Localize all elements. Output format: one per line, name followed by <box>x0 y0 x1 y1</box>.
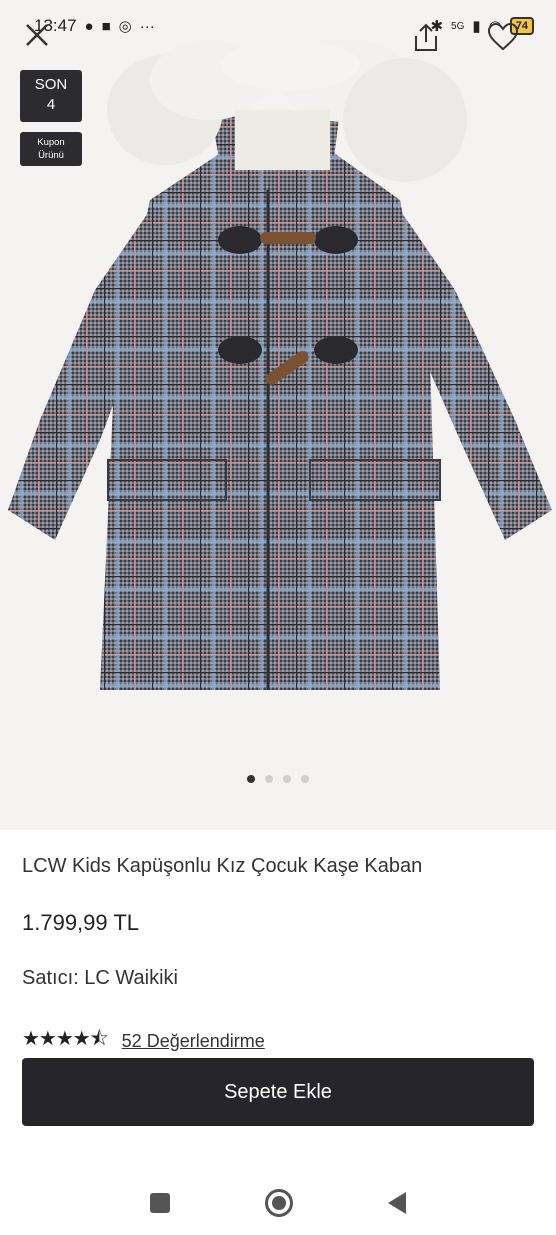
seller-info: Satıcı: LC Waikiki <box>22 967 178 990</box>
rating-stars: ★★★★⯪ <box>22 1028 109 1050</box>
home-icon[interactable] <box>265 1188 293 1217</box>
gallery-dot[interactable] <box>265 775 273 783</box>
system-nav-bar <box>0 1175 556 1230</box>
last-stock-label: SON <box>34 76 68 93</box>
gallery-dot[interactable] <box>247 775 255 783</box>
close-icon[interactable] <box>22 20 52 50</box>
message-icon: ● <box>84 17 94 35</box>
coupon-badge: Kupon Ürünü <box>20 132 82 166</box>
last-stock-badge: SON 4 <box>20 70 82 122</box>
status-bar: 13:47 ● ■ ◎ ··· ✱ 5G ▮ ◠ 74 <box>0 0 556 52</box>
status-bar-left: 13:47 ● ■ ◎ ··· <box>34 16 155 36</box>
product-image-gallery[interactable]: 13:47 ● ■ ◎ ··· ✱ 5G ▮ ◠ 74 SON 4 Kupon … <box>0 0 556 830</box>
back-icon[interactable] <box>388 1191 406 1214</box>
seller-name[interactable]: LC Waikiki <box>84 967 178 989</box>
signal-icon: ▮ <box>472 18 481 35</box>
product-price: 1.799,99 TL <box>22 910 140 935</box>
gallery-pagination <box>0 775 556 783</box>
gallery-dot[interactable] <box>301 775 309 783</box>
seller-label: Satıcı: <box>22 967 79 989</box>
rating-row[interactable]: ★★★★⯪ 52 Değerlendirme <box>22 1024 265 1058</box>
share-icon[interactable] <box>410 22 442 54</box>
product-detail-page: 13:47 ● ■ ◎ ··· ✱ 5G ▮ ◠ 74 SON 4 Kupon … <box>0 0 556 1235</box>
coupon-label-line1: Kupon <box>37 137 65 148</box>
heart-icon[interactable] <box>486 20 520 54</box>
app-icon: ■ <box>101 17 111 35</box>
reviews-link[interactable]: 52 Değerlendirme <box>122 1031 265 1052</box>
network-label: 5G <box>451 20 465 32</box>
more-notifications-icon: ··· <box>139 17 155 35</box>
recents-icon[interactable] <box>150 1192 170 1213</box>
coupon-label-line2: Ürünü <box>38 150 64 161</box>
last-stock-count: 4 <box>46 96 56 113</box>
product-title: LCW Kids Kapüşonlu Kız Çocuk Kaşe Kaban <box>22 855 423 877</box>
product-image <box>8 40 552 690</box>
add-to-cart-button[interactable]: Sepete Ekle <box>22 1058 534 1126</box>
gallery-dot[interactable] <box>283 775 291 783</box>
instagram-icon: ◎ <box>118 18 132 35</box>
